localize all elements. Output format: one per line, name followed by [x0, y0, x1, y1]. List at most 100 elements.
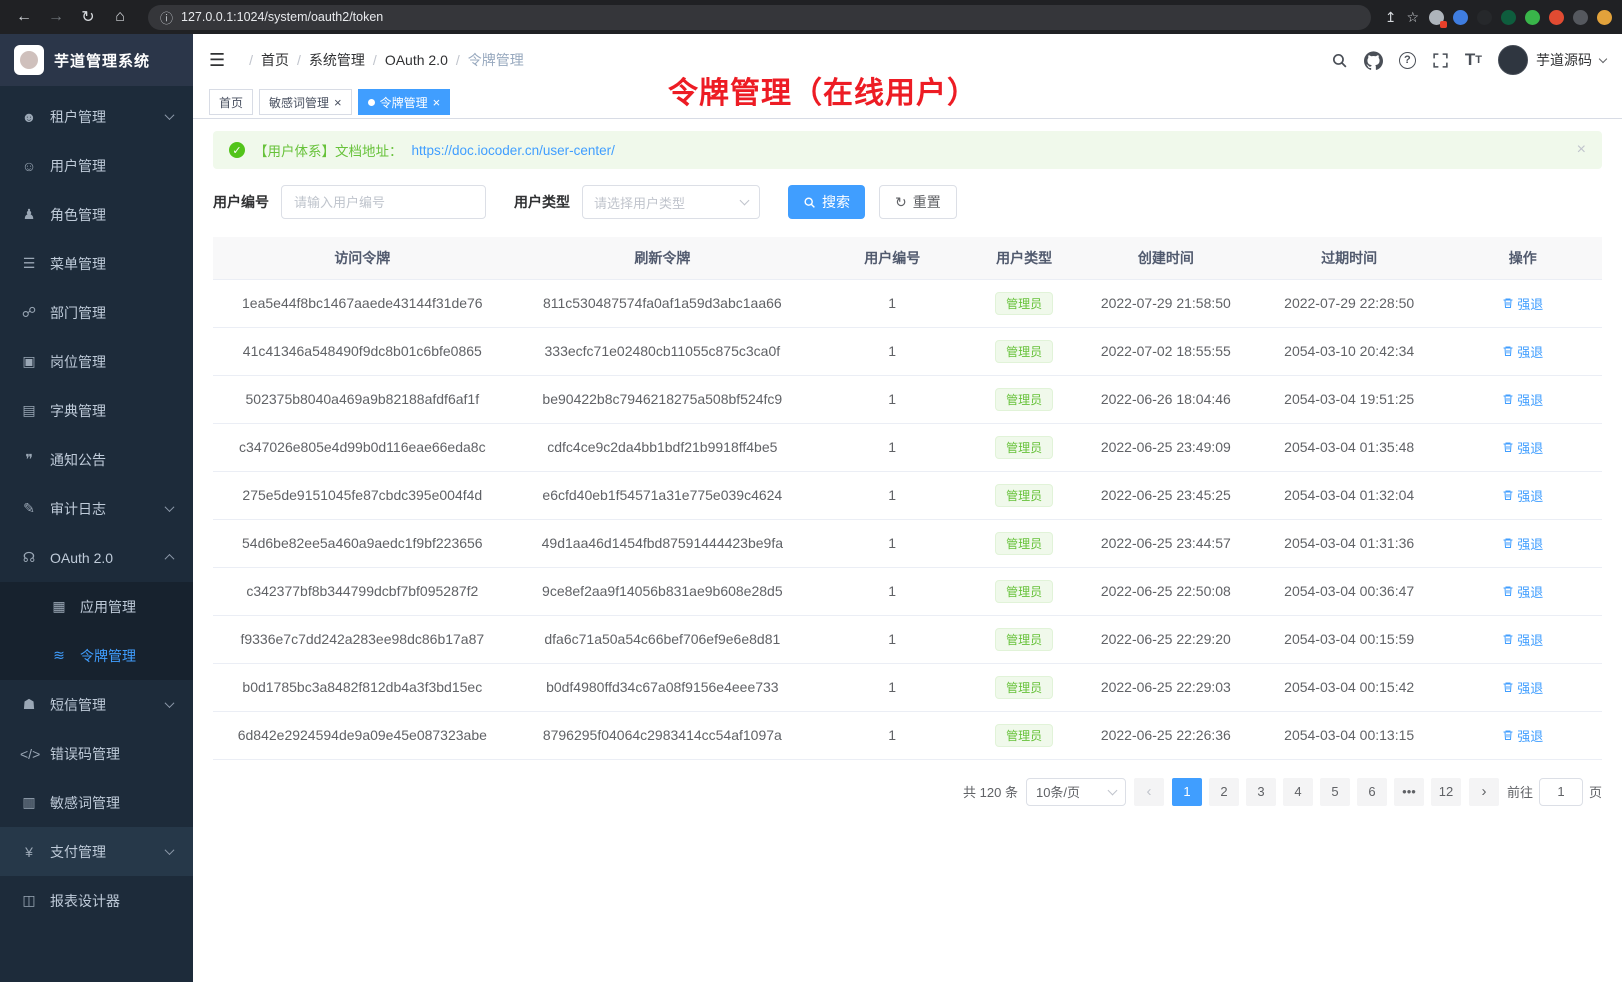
user-type-select[interactable]: 请选择用户类型 [582, 185, 760, 219]
prev-page-button[interactable]: ‹ [1134, 778, 1164, 806]
extension-icon[interactable] [1501, 10, 1516, 25]
pagination: 共 120 条 10条/页 ‹ 123456•••12 › 前往 页 [213, 778, 1602, 806]
goto-page-input[interactable] [1539, 778, 1583, 806]
breadcrumb: /首页 /系统管理 /OAuth 2.0 /令牌管理 [241, 50, 524, 70]
refresh-icon: ↻ [895, 194, 907, 211]
extension-icon[interactable] [1549, 10, 1564, 25]
page-button[interactable]: 3 [1246, 778, 1276, 806]
tab-close-icon[interactable]: × [334, 96, 342, 109]
logo-area[interactable]: 芋道管理系统 [0, 34, 193, 86]
sidebar-item-post[interactable]: ▣ 岗位管理 [0, 337, 193, 386]
tab-close-icon[interactable]: × [433, 96, 441, 109]
table-row: 54d6be82ee5a460a9aedc1f9bf223656 49d1aa4… [213, 519, 1602, 567]
sidebar-item-error-code[interactable]: </> 错误码管理 [0, 729, 193, 778]
sidebar-item-dept[interactable]: ☍ 部门管理 [0, 288, 193, 337]
page-button[interactable]: 12 [1431, 778, 1461, 806]
help-icon[interactable]: ? [1399, 52, 1416, 69]
chevron-icon [165, 554, 175, 564]
extension-icon[interactable] [1429, 10, 1444, 25]
github-icon[interactable] [1364, 51, 1383, 70]
alert-close-icon[interactable]: × [1577, 141, 1586, 159]
sidebar-item-dict[interactable]: ▤ 字典管理 [0, 386, 193, 435]
share-icon[interactable]: ↥ [1385, 9, 1397, 26]
breadcrumb-item[interactable]: /OAuth 2.0 [365, 52, 448, 68]
sidebar-item-menu[interactable]: ☰ 菜单管理 [0, 239, 193, 288]
page-button[interactable]: 4 [1283, 778, 1313, 806]
app-title: 芋道管理系统 [54, 50, 150, 71]
expire-time-cell: 2022-07-29 22:28:50 [1255, 279, 1444, 327]
force-logout-button[interactable]: 强退 [1502, 486, 1543, 505]
force-logout-button[interactable]: 强退 [1502, 294, 1543, 313]
force-logout-button[interactable]: 强退 [1502, 630, 1543, 649]
tab[interactable]: 令牌管理 × [358, 89, 451, 115]
sidebar-item-role[interactable]: ♟ 角色管理 [0, 190, 193, 239]
sidebar-item-pay[interactable]: ¥ 支付管理 [0, 827, 193, 876]
url-text: 127.0.0.1:1024/system/oauth2/token [181, 10, 383, 24]
user-id-input[interactable] [281, 185, 486, 219]
refresh-token-cell: 333ecfc71e02480cb11055c875c3ca0f [512, 327, 813, 375]
create-time-cell: 2022-07-02 18:55:55 [1077, 327, 1255, 375]
refresh-token-cell: 8796295f04064c2983414cc54af1097a [512, 711, 813, 759]
user-id-label: 用户编号 [213, 192, 269, 212]
breadcrumb-item[interactable]: /系统管理 [289, 50, 365, 70]
page-button[interactable]: 1 [1172, 778, 1202, 806]
address-bar[interactable]: ⓘ 127.0.0.1:1024/system/oauth2/token [148, 5, 1371, 30]
tab[interactable]: 首页 × [209, 89, 253, 115]
force-logout-button[interactable]: 强退 [1502, 678, 1543, 697]
refresh-token-cell: be90422b8c7946218275a508bf524fc9 [512, 375, 813, 423]
breadcrumb-item[interactable]: /令牌管理 [448, 50, 524, 70]
next-page-button[interactable]: › [1469, 778, 1499, 806]
sidebar-item-audit-log[interactable]: ✎ 审计日志 [0, 484, 193, 533]
user-menu[interactable]: 芋道源码 [1498, 45, 1606, 75]
table-row: 502375b8040a469a9b82188afdf6af1f be90422… [213, 375, 1602, 423]
extension-icon[interactable] [1525, 10, 1540, 25]
column-header: 创建时间 [1077, 237, 1255, 279]
browser-reload-icon[interactable]: ↻ [74, 4, 102, 30]
browser-profile-avatar[interactable] [1597, 10, 1612, 25]
extension-icon[interactable] [1477, 10, 1492, 25]
sidebar-item-sensitive-word[interactable]: ▥ 敏感词管理 [0, 778, 193, 827]
doc-link[interactable]: https://doc.iocoder.cn/user-center/ [412, 143, 615, 158]
create-time-cell: 2022-06-26 18:04:46 [1077, 375, 1255, 423]
page-button[interactable]: ••• [1394, 778, 1424, 806]
force-logout-button[interactable]: 强退 [1502, 582, 1543, 601]
force-logout-button[interactable]: 强退 [1502, 390, 1543, 409]
bookmark-star-icon[interactable]: ☆ [1406, 9, 1419, 26]
access-token-cell: 502375b8040a469a9b82188afdf6af1f [213, 375, 512, 423]
sidebar-item-oauth2-token[interactable]: ≋ 令牌管理 [0, 631, 193, 680]
browser-home-icon[interactable]: ⌂ [106, 4, 134, 30]
search-button[interactable]: 搜索 [788, 185, 865, 219]
extension-icon[interactable] [1453, 10, 1468, 25]
site-info-icon[interactable]: ⓘ [160, 8, 173, 27]
fullscreen-icon[interactable] [1432, 52, 1449, 69]
force-logout-button[interactable]: 强退 [1502, 534, 1543, 553]
user-icon: ☺ [20, 158, 38, 174]
extension-badge [1440, 21, 1447, 28]
page-button[interactable]: 2 [1209, 778, 1239, 806]
force-logout-button[interactable]: 强退 [1502, 342, 1543, 361]
tab[interactable]: 敏感词管理 × [259, 89, 352, 115]
sidebar-item-oauth2[interactable]: ☊ OAuth 2.0 [0, 533, 193, 582]
force-logout-button[interactable]: 强退 [1502, 726, 1543, 745]
sidebar-item-report-designer[interactable]: ◫ 报表设计器 [0, 876, 193, 925]
browser-back-icon[interactable]: ← [10, 4, 38, 30]
sidebar-item-oauth2-app[interactable]: ▦ 应用管理 [0, 582, 193, 631]
create-time-cell: 2022-07-29 21:58:50 [1077, 279, 1255, 327]
sidebar-item-user[interactable]: ☺ 用户管理 [0, 141, 193, 190]
page-button[interactable]: 5 [1320, 778, 1350, 806]
browser-forward-icon[interactable]: → [42, 4, 70, 30]
sidebar-item-notice[interactable]: ❞ 通知公告 [0, 435, 193, 484]
sidebar-item-sms[interactable]: ☗ 短信管理 [0, 680, 193, 729]
page-button[interactable]: 6 [1357, 778, 1387, 806]
force-logout-button[interactable]: 强退 [1502, 438, 1543, 457]
font-size-icon[interactable]: TT [1465, 50, 1482, 70]
table-body: 1ea5e44f8bc1467aaede43144f31de76 811c530… [213, 279, 1602, 759]
table-row: 6d842e2924594de9a09e45e087323abe 8796295… [213, 711, 1602, 759]
reset-button[interactable]: ↻ 重置 [879, 185, 957, 219]
sidebar-toggle-icon[interactable] [1573, 10, 1588, 25]
breadcrumb-item[interactable]: /首页 [241, 50, 289, 70]
search-icon[interactable] [1331, 52, 1348, 69]
page-size-select[interactable]: 10条/页 [1026, 778, 1126, 806]
sidebar-item-tenant[interactable]: ☻ 租户管理 [0, 92, 193, 141]
collapse-sidebar-icon[interactable]: ☰ [209, 50, 225, 71]
